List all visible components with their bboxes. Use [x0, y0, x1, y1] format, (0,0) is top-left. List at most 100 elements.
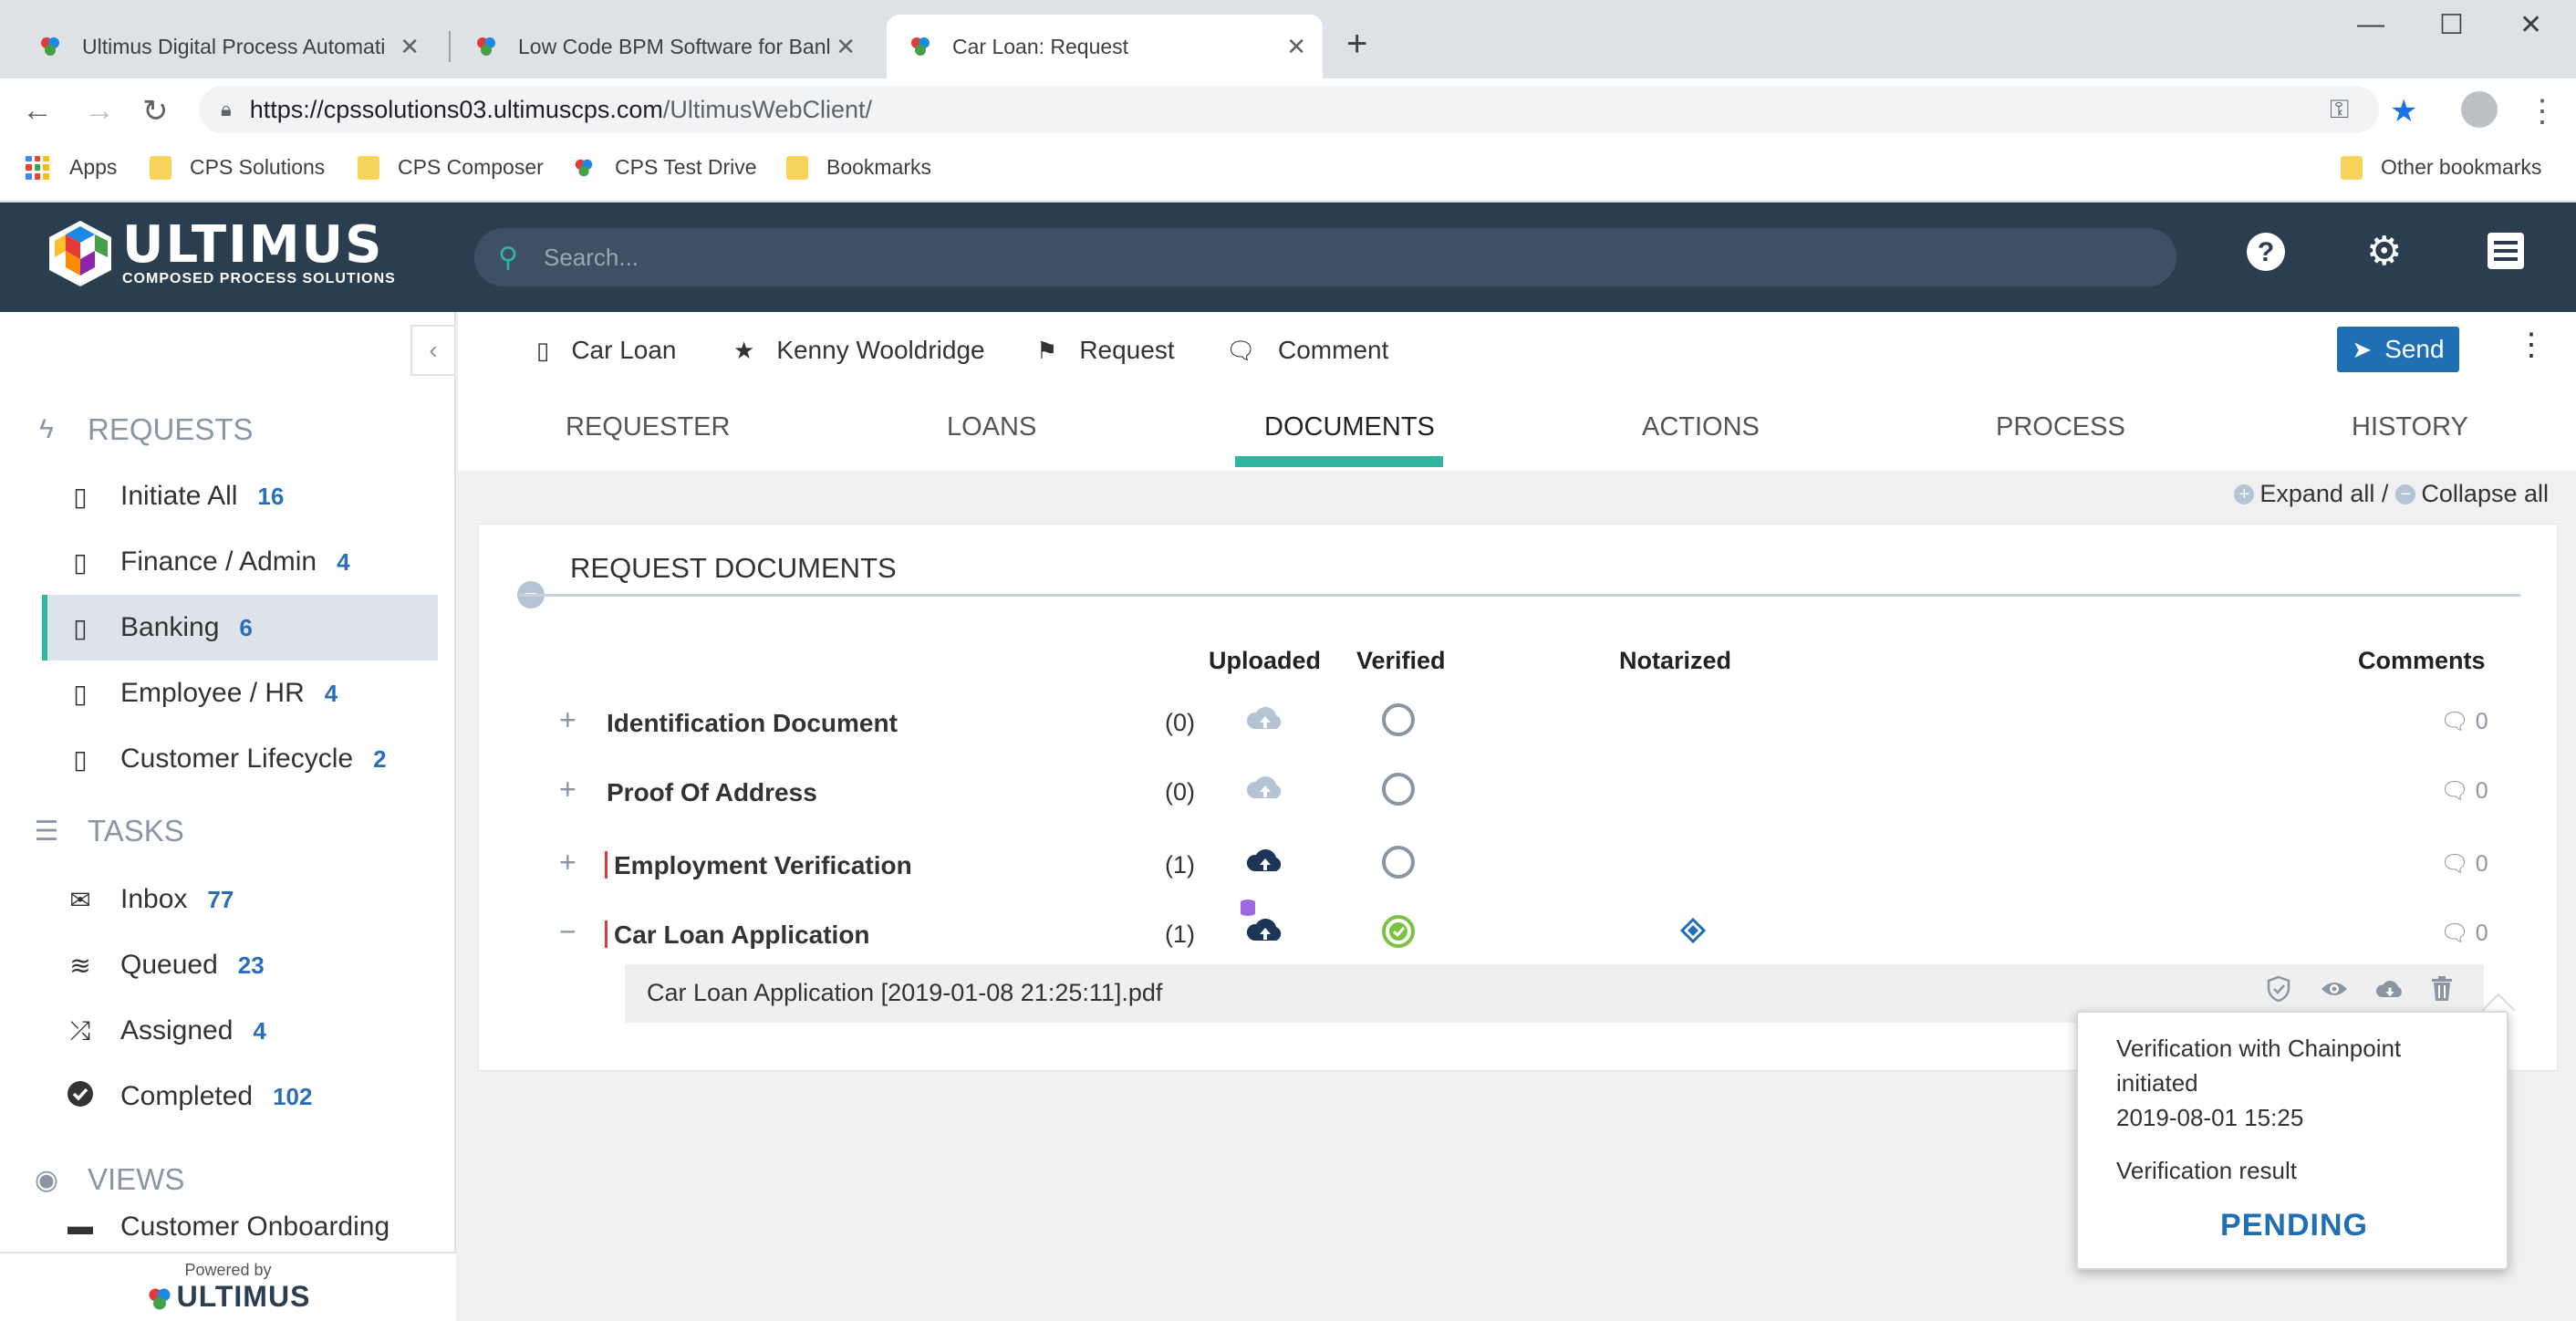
tab-process[interactable]: PROCESS: [1996, 412, 2125, 442]
tab-requester[interactable]: REQUESTER: [566, 412, 730, 442]
forward-icon[interactable]: →: [84, 93, 115, 129]
logo-wordmark: ULTIMUS: [122, 215, 384, 275]
expand-row-icon[interactable]: +: [559, 773, 576, 806]
bookmark-bookmarks[interactable]: Bookmarks: [786, 155, 931, 180]
bookmark-label: CPS Composer: [398, 155, 544, 179]
gear-icon[interactable]: ⚙: [2366, 228, 2402, 275]
sidebar-item-completed[interactable]: Completed 102: [42, 1064, 438, 1129]
verified-check-icon[interactable]: [1382, 915, 1415, 948]
shuffle-icon: ⤮: [69, 1015, 91, 1045]
views-section-header[interactable]: ◉ VIEWS: [29, 1162, 184, 1197]
send-button[interactable]: ➤ Send: [2337, 327, 2459, 372]
step-name: ⚑ Request: [1036, 336, 1175, 365]
browser-tab-3-active[interactable]: Car Loan: Request ✕: [887, 15, 1323, 78]
upload-cloud-icon[interactable]: [1245, 769, 1285, 806]
comment-count-value: 0: [2475, 921, 2488, 946]
collapse-all-link[interactable]: Collapse all: [2421, 480, 2549, 508]
ultimus-logo[interactable]: ULTIMUS COMPOSED PROCESS SOLUTIONS: [47, 219, 396, 288]
browser-tab-strip: Ultimus Digital Process Automati ✕ Low C…: [0, 0, 2576, 78]
required-marker: [605, 851, 608, 879]
global-search[interactable]: ⚲ Search...: [474, 228, 2176, 286]
key-icon[interactable]: ⚿: [2330, 95, 2349, 125]
sidebar-item-initiate-all[interactable]: ▯ Initiate All 16: [42, 463, 438, 529]
browser-tab-1[interactable]: Ultimus Digital Process Automati ✕: [16, 15, 436, 78]
folder-icon: [150, 155, 171, 180]
sidebar-item-assigned[interactable]: ⤮ Assigned 4: [42, 998, 438, 1064]
tab-documents[interactable]: DOCUMENTS: [1264, 412, 1435, 442]
maximize-icon[interactable]: ☐: [2439, 9, 2464, 41]
profile-avatar[interactable]: [2461, 91, 2498, 128]
verified-status-circle[interactable]: [1382, 773, 1415, 806]
verified-status-circle[interactable]: [1382, 846, 1415, 879]
close-tab-icon[interactable]: ✕: [836, 33, 856, 61]
sidebar-item-queued[interactable]: ≋ Queued 23: [42, 932, 438, 998]
upload-cloud-icon[interactable]: [1245, 842, 1285, 879]
file-name[interactable]: Car Loan Application [2019-01-08 21:25:1…: [647, 979, 1162, 1007]
more-options-icon[interactable]: ⋮: [2516, 327, 2547, 363]
sidebar-item-count: 23: [237, 951, 265, 979]
bookmark-cps-test-drive[interactable]: CPS Test Drive: [573, 155, 757, 180]
browser-menu-icon[interactable]: ⋮: [2527, 93, 2558, 130]
expand-all-link[interactable]: Expand all /: [2259, 480, 2388, 508]
tab-actions[interactable]: ACTIONS: [1642, 412, 1760, 442]
section-title: VIEWS: [88, 1162, 185, 1196]
browser-tab-2[interactable]: Low Code BPM Software for Banl ✕: [452, 15, 872, 78]
sidebar-item-customer-onboarding[interactable]: ▬ Customer Onboarding: [42, 1212, 438, 1248]
help-icon[interactable]: ?: [2246, 232, 2286, 282]
sidebar-item-banking[interactable]: ▯ Banking 6: [42, 595, 438, 660]
back-icon[interactable]: ←: [22, 93, 53, 129]
flag-icon: ⚑: [1036, 336, 1058, 364]
new-tab-button[interactable]: +: [1346, 24, 1367, 65]
shield-check-icon[interactable]: [2265, 975, 2292, 1010]
server-stack-icon: ☰: [34, 816, 59, 847]
upload-cloud-icon[interactable]: [1245, 700, 1285, 736]
bookmark-cps-composer[interactable]: CPS Composer: [358, 155, 544, 180]
close-tab-icon[interactable]: ✕: [400, 33, 420, 61]
comment-count[interactable]: 🗨︎ 0: [2440, 778, 2488, 805]
bookmark-label: Apps: [69, 155, 118, 179]
window-close-icon[interactable]: ✕: [2519, 9, 2542, 41]
minimize-icon[interactable]: —: [2357, 9, 2384, 40]
verification-status: PENDING: [2220, 1208, 2368, 1243]
trash-icon[interactable]: [2429, 975, 2455, 1010]
traffic-light-icon: ▯: [73, 679, 88, 708]
expand-row-icon[interactable]: +: [559, 703, 576, 737]
column-header-verified: Verified: [1356, 647, 1446, 674]
paper-plane-icon: ➤: [2352, 335, 2373, 363]
tab-loans[interactable]: LOANS: [947, 412, 1036, 442]
sidebar-item-inbox[interactable]: ✉ Inbox 77: [42, 867, 438, 932]
ultimus-favicon-icon: [38, 35, 62, 58]
sidebar-item-customer-lifecycle[interactable]: ▯ Customer Lifecycle 2: [42, 726, 438, 792]
notarized-diamond-icon[interactable]: [1679, 917, 1707, 949]
comment-count[interactable]: 🗨︎ 0: [2440, 851, 2488, 878]
bookmark-apps[interactable]: Apps: [26, 155, 117, 180]
reload-icon[interactable]: ↻: [142, 93, 169, 130]
sidebar-item-employee-hr[interactable]: ▯ Employee / HR 4: [42, 660, 438, 726]
collapse-sidebar-button[interactable]: ‹: [410, 325, 456, 376]
comment-link[interactable]: 🗨︎ Comment: [1226, 336, 1388, 365]
sidebar-item-finance-admin[interactable]: ▯ Finance / Admin 4: [42, 529, 438, 595]
tasks-section-header[interactable]: ☰ TASKS: [29, 814, 184, 848]
sidebar-item-count: 102: [273, 1082, 313, 1110]
download-cloud-icon[interactable]: [2374, 975, 2405, 1010]
collapse-row-icon[interactable]: −: [559, 915, 576, 949]
verified-status-circle[interactable]: [1382, 703, 1415, 736]
process-label: Car Loan: [571, 336, 677, 364]
bookmark-other[interactable]: Other bookmarks: [2341, 155, 2541, 180]
bookmark-label: CPS Solutions: [190, 155, 326, 179]
comment-bubble-icon: 🗨︎: [2440, 851, 2476, 877]
comment-count[interactable]: 🗨︎ 0: [2440, 709, 2488, 735]
tab-history[interactable]: HISTORY: [2352, 412, 2468, 442]
upload-cloud-icon[interactable]: [1245, 911, 1285, 948]
url-field[interactable]: 🔒︎ https://cpssolutions03.ultimuscps.com…: [199, 86, 2379, 133]
requests-section-header[interactable]: ϟ REQUESTS: [29, 412, 254, 447]
hamburger-menu-icon[interactable]: [2487, 232, 2525, 280]
expand-row-icon[interactable]: +: [559, 846, 576, 879]
popup-line-1: Verification with Chainpoint: [2116, 1035, 2402, 1062]
eye-icon[interactable]: [2320, 975, 2349, 1010]
bookmark-star-icon[interactable]: ★: [2390, 93, 2417, 130]
comment-count[interactable]: 🗨︎ 0: [2440, 921, 2488, 947]
close-tab-icon[interactable]: ✕: [1286, 33, 1306, 61]
ultimus-favicon-icon: [474, 35, 498, 58]
bookmark-cps-solutions[interactable]: CPS Solutions: [150, 155, 325, 180]
